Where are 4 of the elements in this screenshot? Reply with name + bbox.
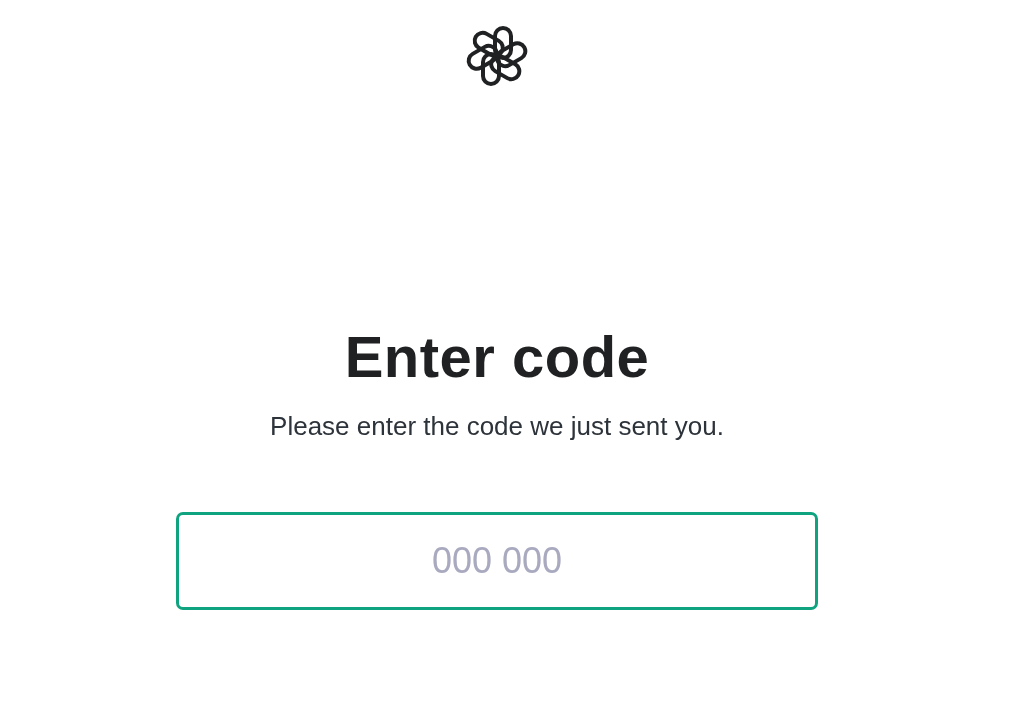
code-input-field[interactable]: 000 000 [176, 512, 818, 610]
instruction-text: Please enter the code we just sent you. [270, 410, 724, 442]
knot-icon [465, 24, 529, 88]
page-heading: Enter code [344, 323, 650, 391]
